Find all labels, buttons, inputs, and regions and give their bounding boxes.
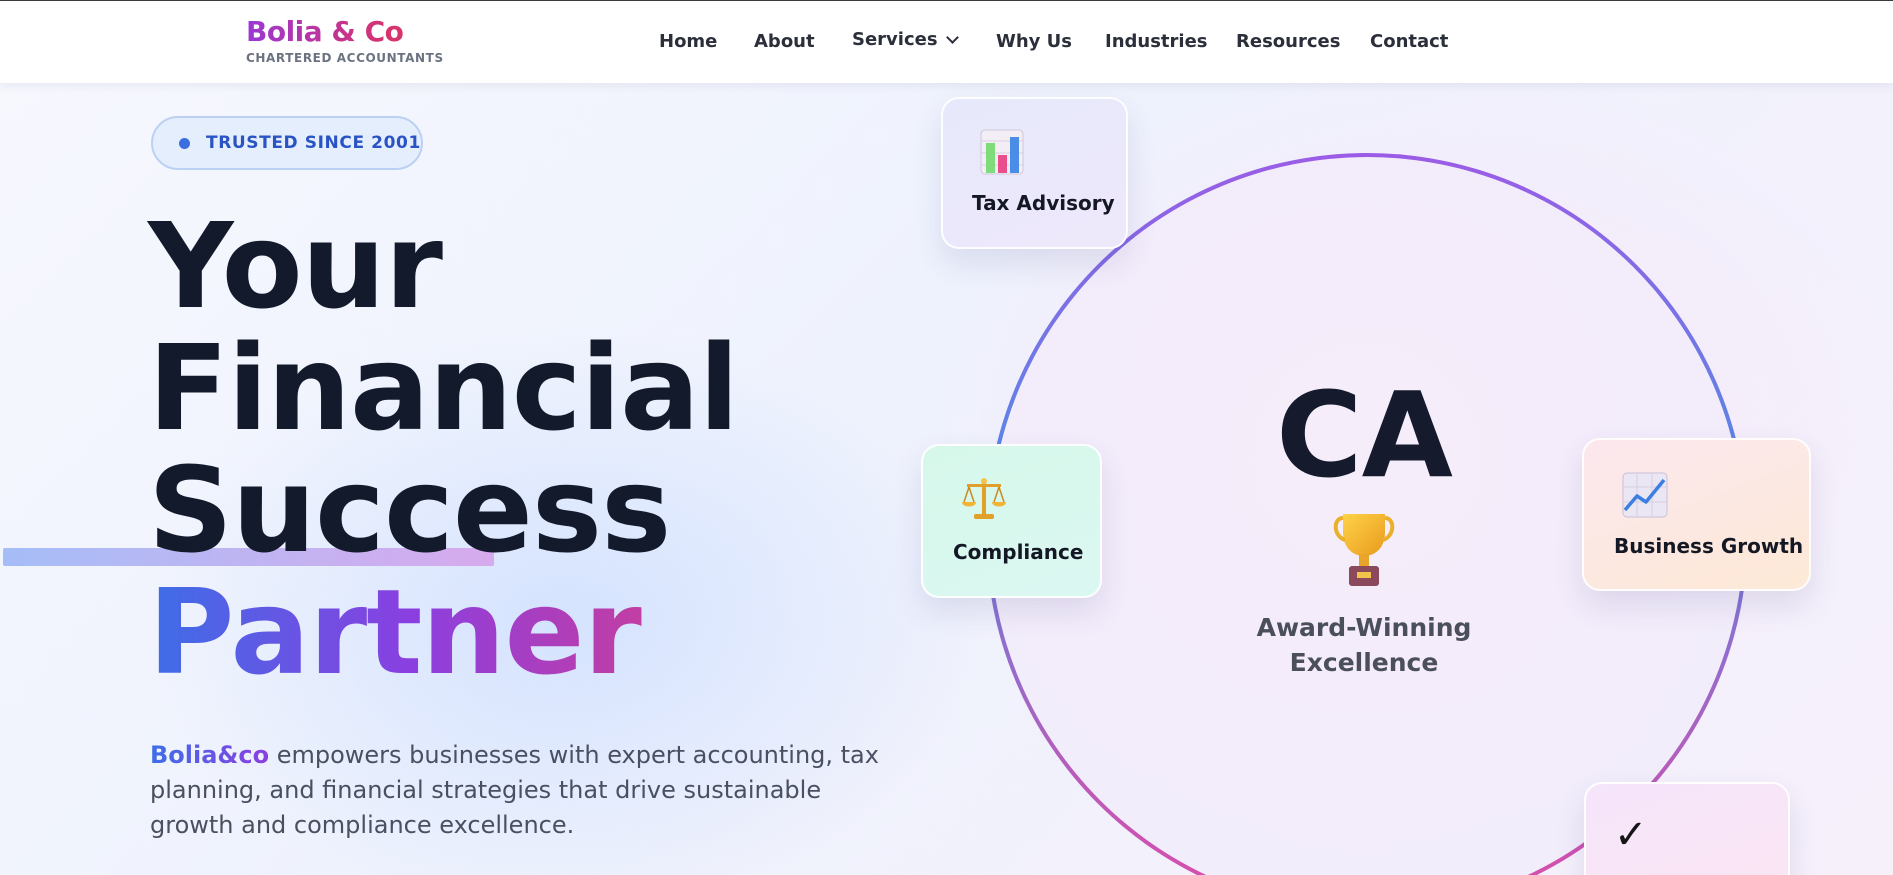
badge-text: TRUSTED SINCE 2001 [206,133,421,153]
headline-line-success: Success [148,441,671,579]
award-caption: Award-Winning Excellence [1229,610,1499,680]
award-caption-line-1: Award-Winning [1256,613,1472,642]
nav-item-why-us[interactable]: Why Us [996,31,1072,52]
nav-item-home[interactable]: Home [659,31,717,52]
chevron-down-icon [945,31,959,44]
nav-item-resources[interactable]: Resources [1236,31,1340,52]
nav-item-contact[interactable]: Contact [1370,31,1448,52]
headline-line-partner: Partner [148,571,738,693]
nav-item-services[interactable]: Services [852,29,959,50]
nav-item-services-label: Services [852,29,938,50]
card-check[interactable]: ✓ [1584,782,1790,875]
brand-logo[interactable]: Bolia & Co CHARTERED ACCOUNTANTS [246,15,444,65]
balance-scale-icon [962,478,1006,519]
center-emblem: CA Award-Winning Excellence [1229,370,1499,680]
trend-chart-icon [1622,472,1668,518]
hero-description: Bolia&co empowers businesses with expert… [150,738,890,843]
bar-chart-icon [980,129,1024,175]
brand-name: Bolia & Co [246,15,444,49]
card-compliance-label: Compliance [953,540,1084,564]
trophy-icon [1333,514,1395,586]
hero-headline: Your Financial Success Partner [148,197,739,693]
card-business-growth-label: Business Growth [1614,534,1804,558]
description-brand: Bolia&co [150,741,270,769]
card-tax-advisory[interactable]: Tax Advisory [941,97,1128,249]
ca-title: CA [1276,366,1453,504]
card-tax-advisory-label: Tax Advisory [972,191,1115,215]
badge-dot-icon [179,137,190,149]
brand-subtitle: CHARTERED ACCOUNTANTS [246,51,444,65]
nav-item-industries[interactable]: Industries [1105,31,1208,52]
trusted-badge: TRUSTED SINCE 2001 [151,116,423,170]
top-navigation-bar: Bolia & Co CHARTERED ACCOUNTANTS Home Ab… [0,0,1893,83]
card-business-growth[interactable]: Business Growth [1582,438,1811,591]
award-caption-line-2: Excellence [1289,648,1439,677]
headline-line-financial: Financial [148,319,739,457]
nav-item-about[interactable]: About [754,31,815,52]
check-icon: ✓ [1614,812,1648,858]
headline-line-your: Your [148,197,443,335]
card-compliance[interactable]: Compliance [921,444,1102,598]
